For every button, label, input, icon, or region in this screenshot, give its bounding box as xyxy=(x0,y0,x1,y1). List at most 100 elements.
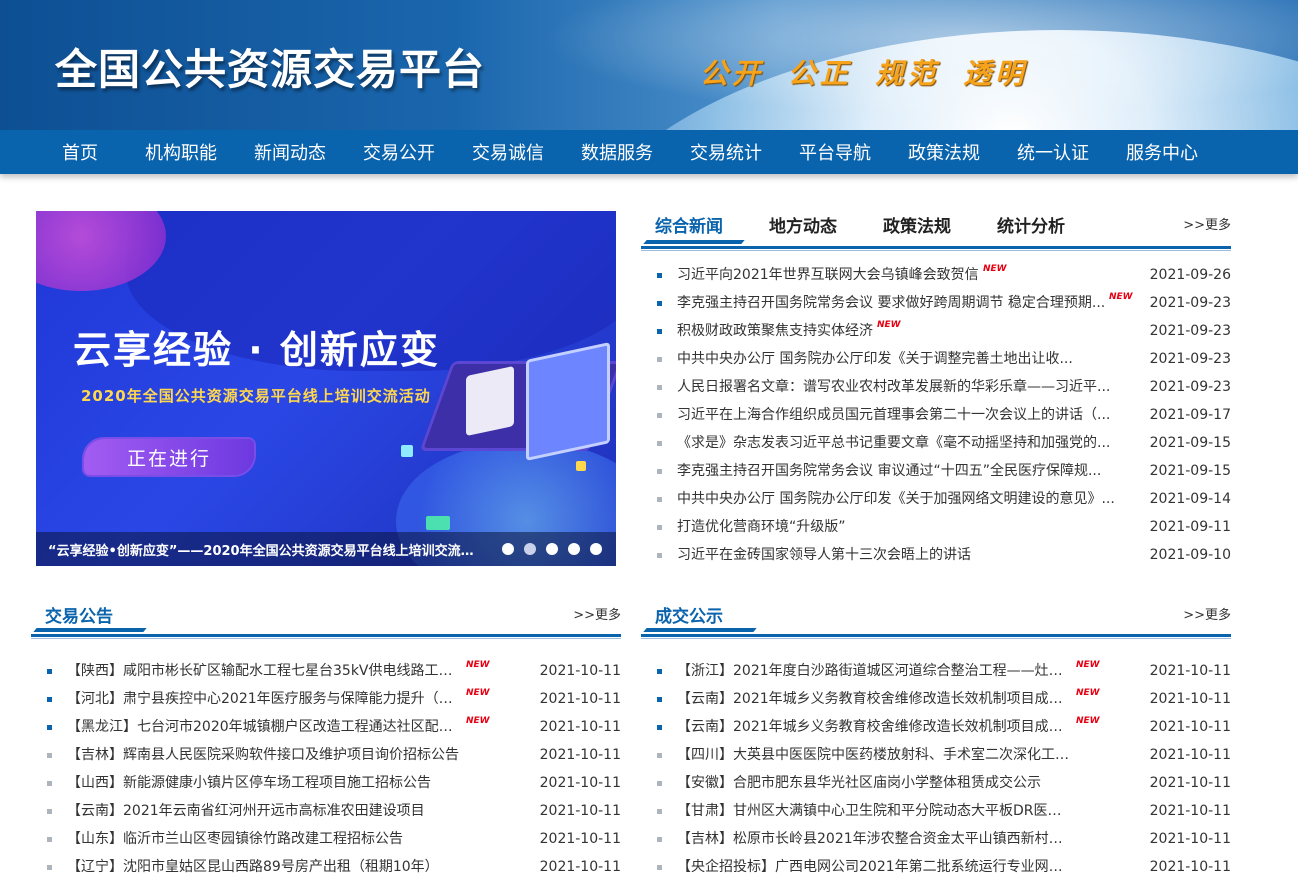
list-item[interactable]: 人民日报署名文章：谱写农业农村改革发展新的华彩乐章——习近平... 2021-09… xyxy=(641,373,1231,401)
carousel-dot[interactable] xyxy=(502,543,514,555)
carousel-dot[interactable] xyxy=(524,543,536,555)
list-item[interactable]: 【陕西】咸阳市彬长矿区输配水工程七星台35kV供电线路工程... NEW 2021-… xyxy=(31,657,621,685)
bullet-icon xyxy=(657,553,662,558)
tab-policy[interactable]: 政策法规 xyxy=(883,212,951,237)
tab-statistics[interactable]: 统计分析 xyxy=(997,212,1065,237)
item-title-link[interactable]: 【山西】新能源健康小镇片区停车场工程项目施工招标公告 xyxy=(67,769,431,797)
tab-comprehensive-news[interactable]: 综合新闻 xyxy=(655,212,723,237)
item-title-link[interactable]: 习近平在金砖国家领导人第十三次会晤上的讲话 xyxy=(677,541,971,569)
nav-item[interactable]: 交易诚信 xyxy=(472,139,544,165)
list-item[interactable]: 习近平向2021年世界互联网大会乌镇峰会致贺信 NEW 2021-09-26 xyxy=(641,261,1231,289)
banner-caption-bar[interactable]: “云享经验•创新应变”——2020年全国公共资源交易平台线上培训交流活动 xyxy=(36,532,616,566)
item-title-link[interactable]: 【甘肃】甘州区大满镇中心卫生院和平分院动态大平板DR医用诊断... xyxy=(677,797,1072,825)
carousel-dot[interactable] xyxy=(546,543,558,555)
nav-item[interactable]: 服务中心 xyxy=(1126,139,1198,165)
item-title-link[interactable]: 李克强主持召开国务院常务会议 审议通过“十四五”全民医疗保障规... xyxy=(677,457,1101,485)
list-item[interactable]: 【山西】新能源健康小镇片区停车场工程项目施工招标公告 2021-10-11 xyxy=(31,769,621,797)
list-item[interactable]: 中共中央办公厅 国务院办公厅印发《关于加强网络文明建设的意见》... 2021-0… xyxy=(641,485,1231,513)
new-badge: NEW xyxy=(466,660,490,670)
list-item[interactable]: 【央企招投标】广西电网公司2021年第二批系统运行专业网络安全... 2021-1… xyxy=(641,853,1231,881)
item-title-link[interactable]: 【吉林】松原市长岭县2021年涉农整合资金太平山镇西新村水泥路... xyxy=(677,825,1072,853)
list-item[interactable]: 【山东】临沂市兰山区枣园镇徐竹路改建工程招标公告 2021-10-11 xyxy=(31,825,621,853)
list-item[interactable]: 习近平在上海合作组织成员国元首理事会第二十一次会议上的讲话（... 2021-09… xyxy=(641,401,1231,429)
list-item[interactable]: 【云南】2021年城乡义务教育校舍维修改造长效机制项目成交... NEW 2021-… xyxy=(641,685,1231,713)
item-title-link[interactable]: 【吉林】辉南县人民医院采购软件接口及维护项目询价招标公告 xyxy=(67,741,459,769)
list-item[interactable]: 打造优化营商环境“升级版” 2021-09-11 xyxy=(641,513,1231,541)
news-panel: 综合新闻 地方动态 政策法规 统计分析 >>更多 习近平向2021年世界互联网大… xyxy=(641,212,1231,572)
nav-item[interactable]: 首页 xyxy=(62,139,98,165)
item-title-link[interactable]: 【央企招投标】广西电网公司2021年第二批系统运行专业网络安全... xyxy=(677,853,1072,881)
item-title-link[interactable]: 【云南】2021年云南省红河州开远市高标准农田建设项目 xyxy=(67,797,425,825)
item-date: 2021-10-11 xyxy=(1149,719,1231,735)
banner-status-button[interactable]: 正在进行 xyxy=(84,439,254,475)
item-title-link[interactable]: 人民日报署名文章：谱写农业农村改革发展新的华彩乐章——习近平... xyxy=(677,373,1110,401)
item-title-link[interactable]: 打造优化营商环境“升级版” xyxy=(677,513,846,541)
item-title-link[interactable]: 【云南】2021年城乡义务教育校舍维修改造长效机制项目成交... xyxy=(677,685,1072,713)
tab-local-news[interactable]: 地方动态 xyxy=(769,212,837,237)
deals-heading[interactable]: 成交公示 xyxy=(655,602,723,627)
bullet-icon xyxy=(47,697,52,702)
item-title-link[interactable]: 中共中央办公厅 国务院办公厅印发《关于加强网络文明建设的意见》... xyxy=(677,485,1115,513)
item-title-link[interactable]: 中共中央办公厅 国务院办公厅印发《关于调整完善土地出让收... xyxy=(677,345,1073,373)
more-link[interactable]: >>更多 xyxy=(1183,604,1231,623)
carousel-dot[interactable] xyxy=(568,543,580,555)
item-title-link[interactable]: 【云南】2021年城乡义务教育校舍维修改造长效机制项目成交... xyxy=(677,713,1072,741)
nav-item[interactable]: 交易公开 xyxy=(363,139,435,165)
list-item[interactable]: 【云南】2021年城乡义务教育校舍维修改造长效机制项目成交... NEW 2021-… xyxy=(641,713,1231,741)
nav-item[interactable]: 政策法规 xyxy=(908,139,980,165)
banner-carousel[interactable]: 云享经验 · 创新应变 2020年全国公共资源交易平台线上培训交流活动 正在进行… xyxy=(36,211,616,566)
item-title-link[interactable]: 习近平向2021年世界互联网大会乌镇峰会致贺信 xyxy=(677,261,979,289)
list-item[interactable]: 李克强主持召开国务院常务会议 审议通过“十四五”全民医疗保障规... 2021-0… xyxy=(641,457,1231,485)
list-item[interactable]: 【浙江】2021年度白沙路街道城区河道综合整治工程——灶江... NEW 2021-… xyxy=(641,657,1231,685)
list-item[interactable]: 【四川】大英县中医医院中医药楼放射科、手术室二次深化工程建... 2021-10-… xyxy=(641,741,1231,769)
bullet-icon xyxy=(47,753,52,758)
screen-illustration xyxy=(526,342,610,461)
item-title-link[interactable]: 【黑龙江】七台河市2020年城镇棚户区改造工程通达社区配套... xyxy=(67,713,462,741)
carousel-dots xyxy=(502,543,602,555)
list-item[interactable]: 【河北】肃宁县疾控中心2021年医疗服务与保障能力提升（医... NEW 2021-… xyxy=(31,685,621,713)
list-item[interactable]: 《求是》杂志发表习近平总书记重要文章《毫不动摇坚持和加强党的... 2021-09… xyxy=(641,429,1231,457)
list-item[interactable]: 【甘肃】甘州区大满镇中心卫生院和平分院动态大平板DR医用诊断... 2021-10… xyxy=(641,797,1231,825)
nav-item[interactable]: 机构职能 xyxy=(145,139,217,165)
new-badge: NEW xyxy=(1076,660,1100,670)
list-item[interactable]: 习近平在金砖国家领导人第十三次会晤上的讲话 2021-09-10 xyxy=(641,541,1231,569)
notices-heading[interactable]: 交易公告 xyxy=(45,602,113,627)
list-item[interactable]: 【黑龙江】七台河市2020年城镇棚户区改造工程通达社区配套... NEW 2021-… xyxy=(31,713,621,741)
item-title-link[interactable]: 积极财政政策聚焦支持实体经济 xyxy=(677,317,873,345)
list-item[interactable]: 中共中央办公厅 国务院办公厅印发《关于调整完善土地出让收... 2021-09-2… xyxy=(641,345,1231,373)
item-title-link[interactable]: 【安徽】合肥市肥东县华光社区庙岗小学整体租赁成交公示 xyxy=(677,769,1041,797)
item-title-link[interactable]: 习近平在上海合作组织成员国元首理事会第二十一次会议上的讲话（... xyxy=(677,401,1110,429)
news-list: 习近平向2021年世界互联网大会乌镇峰会致贺信 NEW 2021-09-26 李克强主… xyxy=(641,261,1231,569)
item-date: 2021-10-11 xyxy=(539,691,621,707)
item-title-link[interactable]: 《求是》杂志发表习近平总书记重要文章《毫不动摇坚持和加强党的... xyxy=(677,429,1110,457)
item-title-link[interactable]: 【浙江】2021年度白沙路街道城区河道综合整治工程——灶江... xyxy=(677,657,1072,685)
item-date: 2021-09-23 xyxy=(1149,351,1231,367)
nav-item[interactable]: 交易统计 xyxy=(690,139,762,165)
list-item[interactable]: 【安徽】合肥市肥东县华光社区庙岗小学整体租赁成交公示 2021-10-11 xyxy=(641,769,1231,797)
item-title-link[interactable]: 【四川】大英县中医医院中医药楼放射科、手术室二次深化工程建... xyxy=(677,741,1072,769)
item-title-link[interactable]: 【陕西】咸阳市彬长矿区输配水工程七星台35kV供电线路工程... xyxy=(67,657,462,685)
bullet-icon xyxy=(657,865,662,870)
banner-subheadline: 2020年全国公共资源交易平台线上培训交流活动 xyxy=(81,387,431,405)
item-title-link[interactable]: 【辽宁】沈阳市皇姑区昆山西路89号房产出租（租期10年） xyxy=(67,853,439,881)
more-link[interactable]: >>更多 xyxy=(1183,214,1231,233)
banner-headline: 云享经验 · 创新应变 xyxy=(73,328,440,372)
item-title-link[interactable]: 【山东】临沂市兰山区枣园镇徐竹路改建工程招标公告 xyxy=(67,825,403,853)
banner-caption[interactable]: “云享经验•创新应变”——2020年全国公共资源交易平台线上培训交流活动 xyxy=(48,540,478,559)
list-item[interactable]: 【吉林】松原市长岭县2021年涉农整合资金太平山镇西新村水泥路... 2021-1… xyxy=(641,825,1231,853)
nav-item[interactable]: 新闻动态 xyxy=(254,139,326,165)
nav-item[interactable]: 平台导航 xyxy=(799,139,871,165)
list-item[interactable]: 李克强主持召开国务院常务会议 要求做好跨周期调节 稳定合理预期... NEW 202… xyxy=(641,289,1231,317)
carousel-dot[interactable] xyxy=(590,543,602,555)
more-link[interactable]: >>更多 xyxy=(573,604,621,623)
list-item[interactable]: 积极财政政策聚焦支持实体经济 NEW 2021-09-23 xyxy=(641,317,1231,345)
nav-item[interactable]: 统一认证 xyxy=(1017,139,1089,165)
list-item[interactable]: 【云南】2021年云南省红河州开远市高标准农田建设项目 2021-10-11 xyxy=(31,797,621,825)
item-date: 2021-10-11 xyxy=(539,719,621,735)
list-item[interactable]: 【辽宁】沈阳市皇姑区昆山西路89号房产出租（租期10年） 2021-10-11 xyxy=(31,853,621,881)
item-title-link[interactable]: 【河北】肃宁县疾控中心2021年医疗服务与保障能力提升（医... xyxy=(67,685,462,713)
nav-item[interactable]: 数据服务 xyxy=(581,139,653,165)
site-logo-title[interactable]: 全国公共资源交易平台 xyxy=(55,36,485,97)
bullet-icon xyxy=(657,413,662,418)
list-item[interactable]: 【吉林】辉南县人民医院采购软件接口及维护项目询价招标公告 2021-10-11 xyxy=(31,741,621,769)
